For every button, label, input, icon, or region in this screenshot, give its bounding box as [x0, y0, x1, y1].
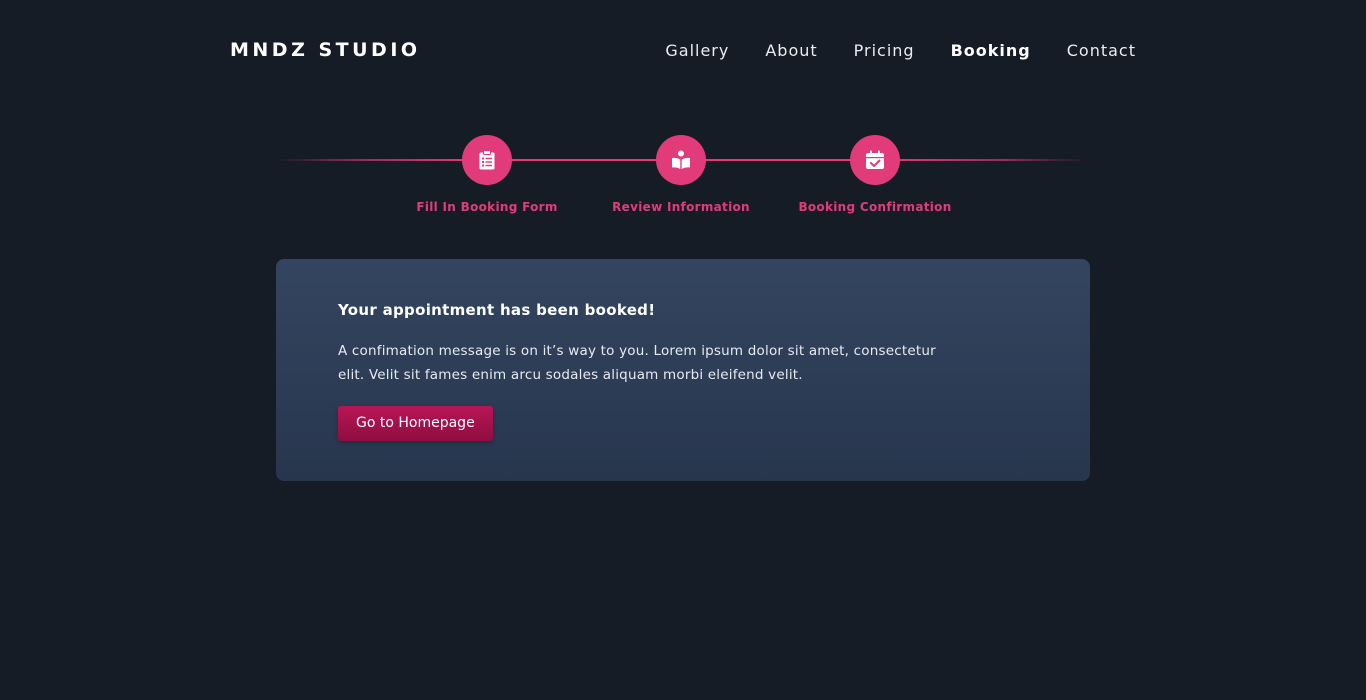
step-review-information: Review Information — [581, 135, 781, 214]
step-label: Fill In Booking Form — [416, 200, 558, 214]
site-header: MNDZ STUDIO Gallery About Pricing Bookin… — [0, 0, 1366, 100]
confirmation-title: Your appointment has been booked! — [338, 301, 656, 319]
nav-item-gallery[interactable]: Gallery — [665, 40, 729, 62]
nav-item-booking[interactable]: Booking — [951, 40, 1031, 62]
step-fill-in-form: Fill In Booking Form — [387, 135, 587, 214]
confirmation-message: A confimation message is on it’s way to … — [338, 343, 936, 383]
nav-item-pricing[interactable]: Pricing — [854, 40, 915, 62]
step-booking-confirmation: Booking Confirmation — [775, 135, 975, 214]
step-label: Review Information — [612, 200, 750, 214]
step-circle — [462, 135, 512, 185]
main-nav: Gallery About Pricing Booking Contact — [629, 40, 1136, 62]
step-circle — [656, 135, 706, 185]
open-book-icon — [672, 150, 690, 169]
booking-stepper: Fill In Booking Form Review Information — [278, 135, 1086, 225]
step-circle — [850, 135, 900, 185]
calendar-check-icon — [866, 150, 884, 169]
confirmation-card: Your appointment has been booked! A conf… — [276, 259, 1090, 481]
nav-item-contact[interactable]: Contact — [1067, 40, 1136, 62]
nav-item-about[interactable]: About — [765, 40, 817, 62]
go-to-homepage-button[interactable]: Go to Homepage — [338, 406, 493, 441]
step-label: Booking Confirmation — [798, 200, 952, 214]
booking-confirmation-page: MNDZ STUDIO Gallery About Pricing Bookin… — [0, 0, 1366, 700]
clipboard-list-icon — [479, 150, 495, 170]
brand-logo[interactable]: MNDZ STUDIO — [230, 38, 421, 62]
